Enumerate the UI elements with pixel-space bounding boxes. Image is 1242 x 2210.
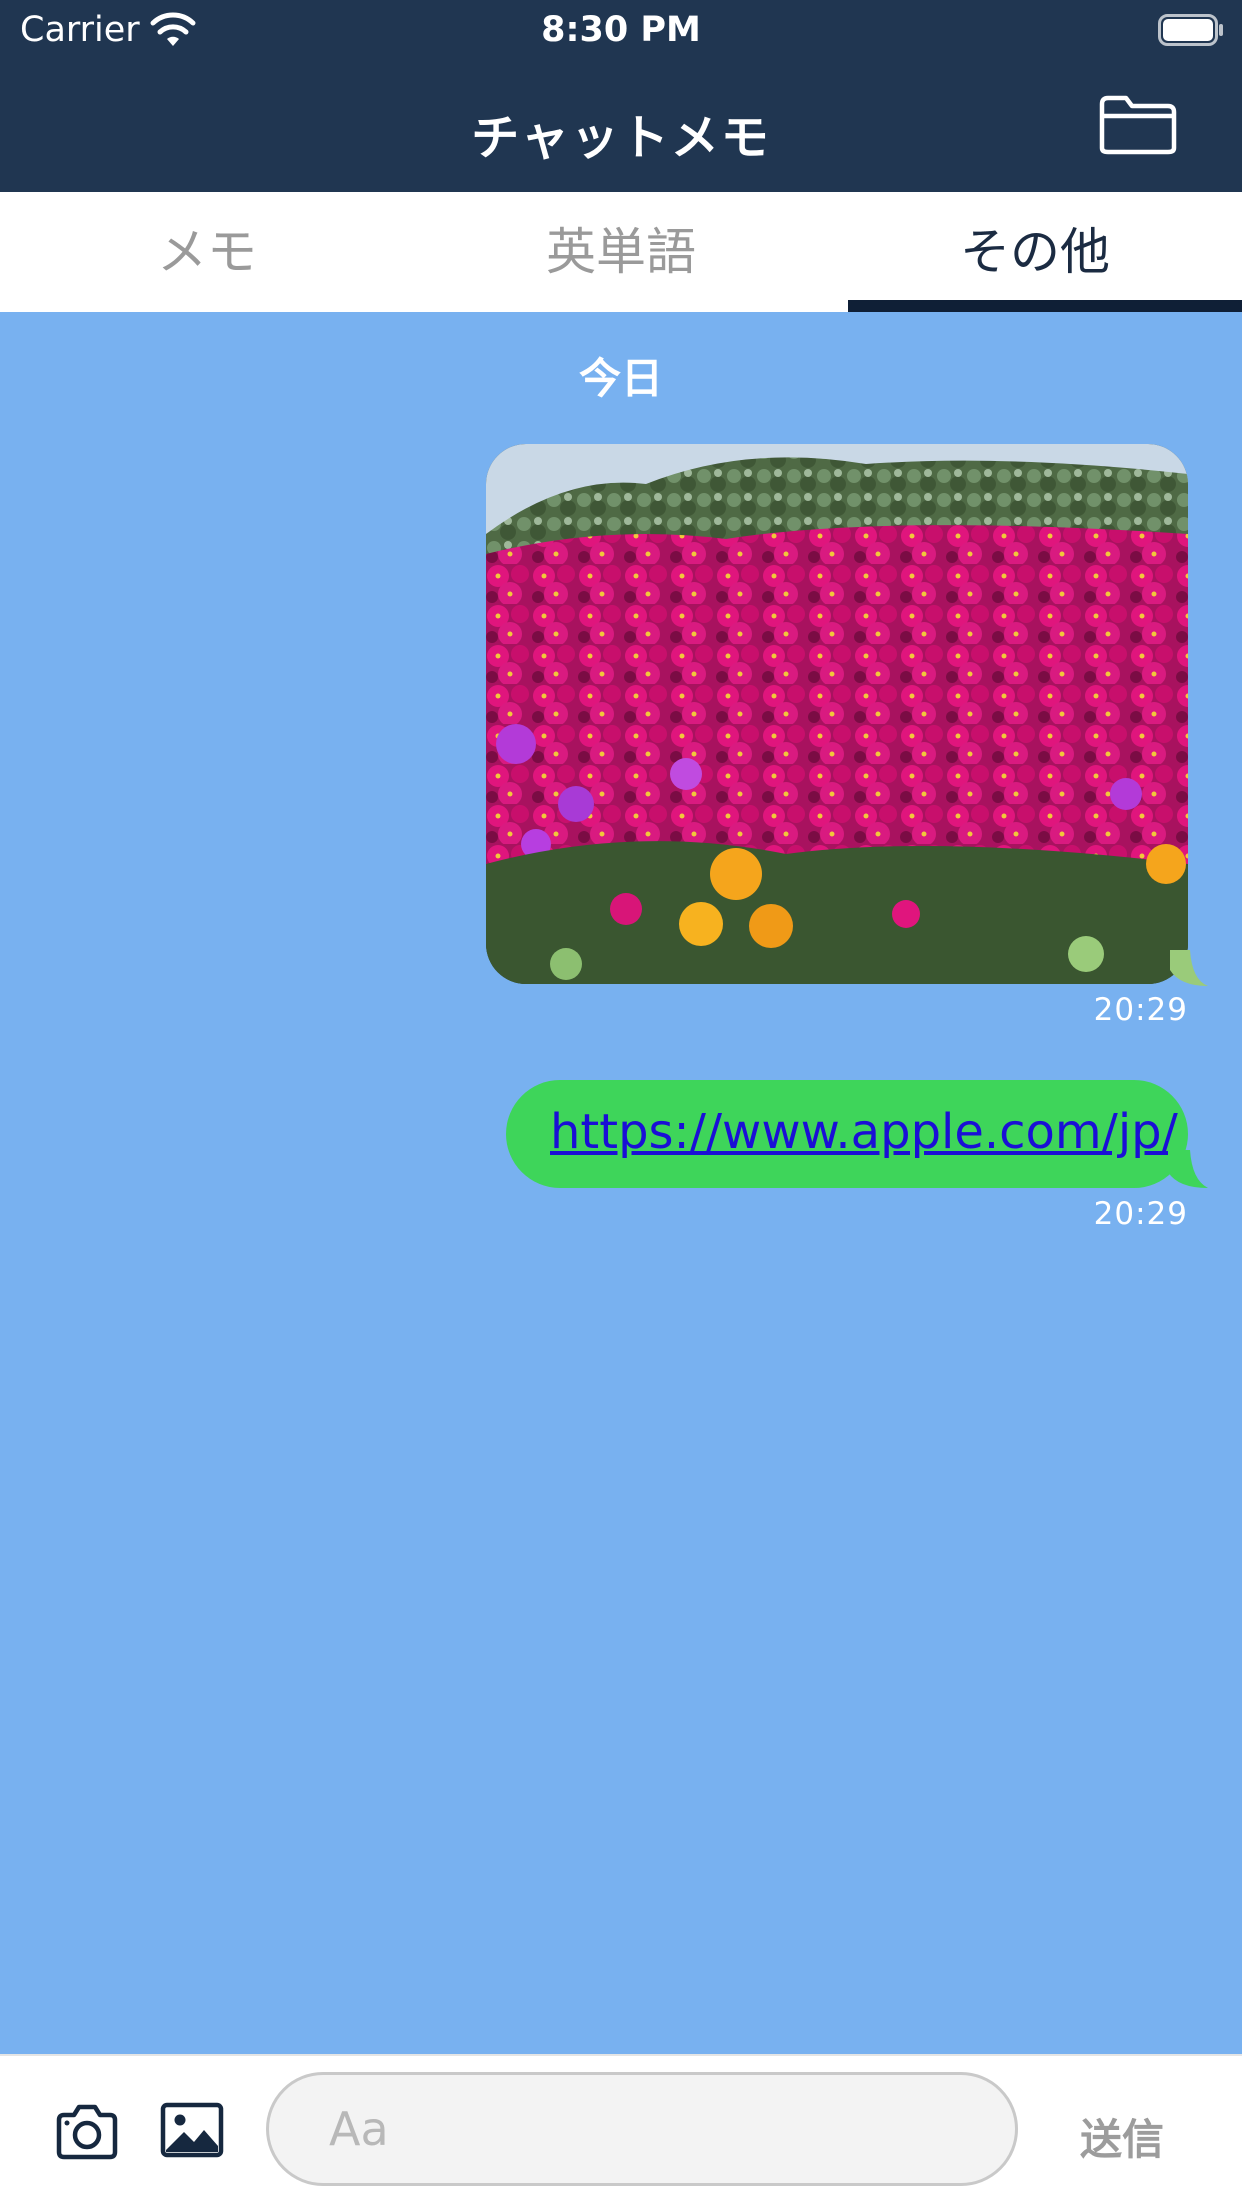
message-input-bar: 送信 bbox=[0, 2054, 1242, 2210]
message-time: 20:29 bbox=[1093, 1196, 1188, 1232]
message-input[interactable] bbox=[266, 2072, 1018, 2186]
send-button[interactable]: 送信 bbox=[1080, 2106, 1164, 2167]
navigation-bar: チャットメモ bbox=[0, 62, 1242, 192]
camera-icon[interactable] bbox=[54, 2104, 120, 2160]
message-time: 20:29 bbox=[1093, 992, 1188, 1028]
link-message: https://www.apple.com/jp/ bbox=[506, 1080, 1188, 1188]
folder-icon[interactable] bbox=[1098, 94, 1178, 156]
selected-tab-indicator bbox=[848, 300, 1242, 312]
message-link[interactable]: https://www.apple.com/jp/ bbox=[550, 1104, 1178, 1160]
bubble-tail bbox=[1168, 1150, 1208, 1188]
photo-message[interactable] bbox=[486, 444, 1188, 984]
status-bar: Carrier 8:30 PM bbox=[0, 0, 1242, 62]
photo-library-icon[interactable] bbox=[160, 2102, 224, 2160]
tab-memo[interactable]: メモ bbox=[0, 192, 414, 312]
battery-icon bbox=[1158, 14, 1223, 46]
segment-tabs: メモ 英単語 その他 bbox=[0, 192, 1242, 312]
flower-photo bbox=[486, 444, 1188, 984]
tab-english-words[interactable]: 英単語 bbox=[414, 192, 828, 312]
date-separator: 今日 bbox=[578, 354, 663, 403]
page-title: チャットメモ bbox=[471, 110, 771, 166]
bubble-tail bbox=[1170, 950, 1208, 986]
tab-other[interactable]: その他 bbox=[828, 192, 1242, 312]
clock: 8:30 PM bbox=[541, 10, 701, 50]
